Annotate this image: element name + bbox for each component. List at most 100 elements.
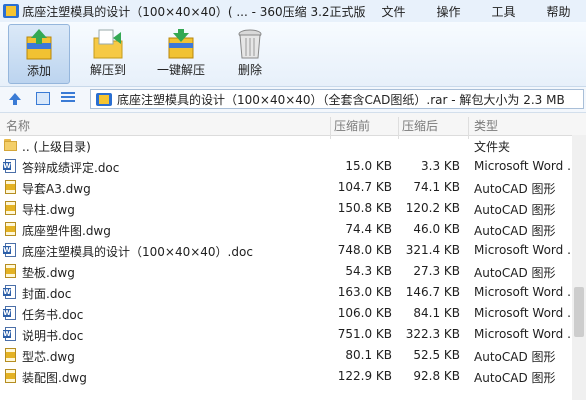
window-title: 底座注塑模具的设计（100×40×40）( ... - 360压缩 3.2正式版 [22, 4, 366, 19]
file-name: .. (上级目录) [22, 140, 91, 154]
menu-bar: 文件 操作 工具 帮助 [366, 3, 586, 20]
address-bar: 底座注塑模具的设计（100×40×40）（全套含CAD图纸）.rar - 解包大… [0, 87, 586, 113]
list-item[interactable]: 垫板.dwg 54.3 KB 27.3 KB AutoCAD 图形 [0, 261, 586, 282]
file-size: 80.1 KB [345, 348, 392, 362]
column-packed[interactable]: 压缩后 [402, 117, 438, 134]
list-item[interactable]: W 答辩成绩评定.doc 15.0 KB 3.3 KB Microsoft Wo… [0, 156, 586, 177]
list-item[interactable]: 装配图.dwg 122.9 KB 92.8 KB AutoCAD 图形 [0, 366, 586, 387]
autocad-dwg-icon [3, 348, 17, 363]
word-doc-icon: W [3, 327, 17, 342]
delete-label: 删除 [237, 63, 262, 77]
app-logo-icon [3, 4, 19, 18]
file-packed-size: 120.2 KB [405, 201, 460, 215]
file-packed-size: 322.3 KB [405, 327, 460, 341]
archive-path-text: 底座注塑模具的设计（100×40×40）（全套含CAD图纸）.rar - 解包大… [117, 92, 565, 107]
autocad-dwg-icon [3, 180, 17, 195]
autocad-dwg-icon [3, 222, 17, 237]
list-view-icon[interactable] [61, 92, 75, 105]
title-bar: 底座注塑模具的设计（100×40×40）( ... - 360压缩 3.2正式版… [0, 0, 586, 23]
file-packed-size: 74.1 KB [413, 180, 460, 194]
word-doc-icon: W [3, 306, 17, 321]
column-type[interactable]: 类型 [474, 117, 498, 134]
trash-icon [238, 29, 262, 59]
file-name: 说明书.doc [22, 329, 84, 343]
file-type: Microsoft Word ... [474, 159, 579, 173]
file-type: 文件夹 [474, 140, 511, 154]
extract-folder-icon [93, 29, 123, 59]
extract-to-button[interactable]: 解压到 [78, 24, 138, 82]
autocad-dwg-icon [3, 201, 17, 216]
column-name[interactable]: 名称 [6, 117, 30, 134]
file-type: AutoCAD 图形 [474, 224, 556, 238]
list-item[interactable]: 导柱.dwg 150.8 KB 120.2 KB AutoCAD 图形 [0, 198, 586, 219]
toolbar: 添加 解压到 一键解压 删除 [0, 22, 586, 87]
file-size: 150.8 KB [337, 201, 392, 215]
archive-path-field[interactable]: 底座注塑模具的设计（100×40×40）（全套含CAD图纸）.rar - 解包大… [90, 89, 584, 109]
list-item[interactable]: 型芯.dwg 80.1 KB 52.5 KB AutoCAD 图形 [0, 345, 586, 366]
autocad-dwg-icon [3, 264, 17, 279]
file-packed-size: 52.5 KB [413, 348, 460, 362]
file-size: 15.0 KB [345, 159, 392, 173]
list-item[interactable]: W 说明书.doc 751.0 KB 322.3 KB Microsoft Wo… [0, 324, 586, 345]
file-packed-size: 46.0 KB [413, 222, 460, 236]
file-type: Microsoft Word ... [474, 285, 579, 299]
add-button[interactable]: 添加 [8, 24, 70, 84]
file-size: 748.0 KB [337, 243, 392, 257]
list-item[interactable]: W 底座注塑模具的设计（100×40×40）.doc 748.0 KB 321.… [0, 240, 586, 261]
file-packed-size: 146.7 KB [405, 285, 460, 299]
scrollbar-thumb[interactable] [574, 287, 584, 337]
menu-tools[interactable]: 工具 [476, 3, 531, 20]
extract-to-label: 解压到 [89, 63, 126, 77]
vertical-scrollbar[interactable] [572, 135, 586, 400]
menu-file[interactable]: 文件 [366, 3, 421, 20]
file-size: 74.4 KB [345, 222, 392, 236]
folder-icon [3, 138, 17, 153]
file-name: 答辩成绩评定.doc [22, 161, 120, 175]
archive-file-icon [96, 92, 112, 106]
word-doc-icon: W [3, 285, 17, 300]
file-size: 122.9 KB [337, 369, 392, 383]
one-click-extract-button[interactable]: 一键解压 [148, 24, 214, 82]
file-size: 106.0 KB [337, 306, 392, 320]
add-label: 添加 [26, 64, 51, 78]
file-type: AutoCAD 图形 [474, 266, 556, 280]
file-packed-size: 27.3 KB [413, 264, 460, 278]
file-name: 封面.doc [22, 287, 72, 301]
file-name: 装配图.dwg [22, 371, 87, 385]
file-size: 54.3 KB [345, 264, 392, 278]
file-type: Microsoft Word ... [474, 243, 579, 257]
list-item[interactable]: W 任务书.doc 106.0 KB 84.1 KB Microsoft Wor… [0, 303, 586, 324]
list-item[interactable]: 底座塑件图.dwg 74.4 KB 46.0 KB AutoCAD 图形 [0, 219, 586, 240]
up-arrow-icon[interactable] [8, 92, 22, 106]
file-name: 垫板.dwg [22, 266, 75, 280]
list-item-parent-folder[interactable]: .. (上级目录) 文件夹 [0, 135, 586, 156]
one-click-extract-icon [168, 29, 194, 59]
add-archive-icon [26, 29, 52, 60]
file-packed-size: 321.4 KB [405, 243, 460, 257]
file-type: AutoCAD 图形 [474, 203, 556, 217]
file-type: Microsoft Word ... [474, 327, 579, 341]
column-header: 名称 压缩前 压缩后 类型 [0, 113, 586, 139]
word-doc-icon: W [3, 243, 17, 258]
autocad-dwg-icon [3, 369, 17, 384]
list-item[interactable]: W 封面.doc 163.0 KB 146.7 KB Microsoft Wor… [0, 282, 586, 303]
thumbnail-view-icon[interactable] [36, 92, 50, 105]
file-name: 底座塑件图.dwg [22, 224, 111, 238]
file-type: Microsoft Word ... [474, 306, 579, 320]
column-size[interactable]: 压缩前 [334, 117, 370, 134]
file-packed-size: 84.1 KB [413, 306, 460, 320]
menu-operations[interactable]: 操作 [421, 3, 476, 20]
file-name: 底座注塑模具的设计（100×40×40）.doc [22, 245, 253, 259]
file-name: 导套A3.dwg [22, 182, 91, 196]
file-list: .. (上级目录) 文件夹 W 答辩成绩评定.doc 15.0 KB 3.3 K… [0, 135, 586, 387]
file-name: 任务书.doc [22, 308, 84, 322]
menu-help[interactable]: 帮助 [531, 3, 586, 20]
delete-button[interactable]: 删除 [220, 24, 280, 82]
list-item[interactable]: 导套A3.dwg 104.7 KB 74.1 KB AutoCAD 图形 [0, 177, 586, 198]
file-size: 163.0 KB [337, 285, 392, 299]
word-doc-icon: W [3, 159, 17, 174]
file-type: AutoCAD 图形 [474, 350, 556, 364]
file-packed-size: 92.8 KB [413, 369, 460, 383]
file-size: 751.0 KB [337, 327, 392, 341]
file-type: AutoCAD 图形 [474, 182, 556, 196]
